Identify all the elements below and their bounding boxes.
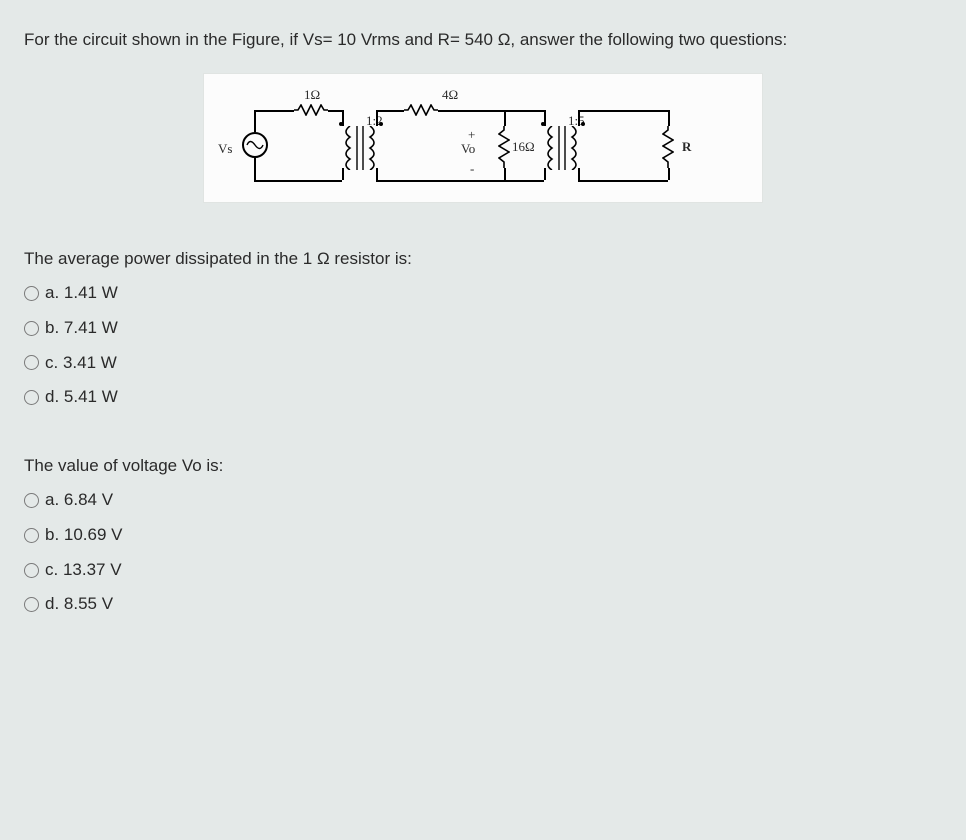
r16-label: 16Ω (512, 138, 535, 157)
option-label: d. 8.55 V (45, 592, 113, 617)
question-1: The average power dissipated in the 1 Ω … (24, 247, 942, 410)
radio-icon (24, 321, 39, 336)
circuit-figure: Vs 1Ω 1:2 (203, 73, 763, 203)
resistor-1ohm-icon (294, 104, 328, 116)
option-label: d. 5.41 W (45, 385, 118, 410)
q2-text: The value of voltage Vo is: (24, 454, 942, 479)
option-label: b. 10.69 V (45, 523, 123, 548)
q2-option-b[interactable]: b. 10.69 V (24, 523, 942, 548)
option-label: c. 13.37 V (45, 558, 122, 583)
resistor-16ohm-icon (498, 126, 510, 168)
q1-option-b[interactable]: b. 7.41 W (24, 316, 942, 341)
ac-source-icon (242, 132, 268, 158)
q2-option-a[interactable]: a. 6.84 V (24, 488, 942, 513)
radio-icon (24, 355, 39, 370)
r1-label: 1Ω (304, 86, 320, 105)
vo-label: Vo (461, 140, 475, 159)
r4-label: 4Ω (442, 86, 458, 105)
q2-option-d[interactable]: d. 8.55 V (24, 592, 942, 617)
radio-icon (24, 286, 39, 301)
radio-icon (24, 493, 39, 508)
resistor-4ohm-icon (404, 104, 438, 116)
option-label: a. 1.41 W (45, 281, 118, 306)
transformer-2-icon (544, 126, 580, 170)
q1-option-c[interactable]: c. 3.41 W (24, 351, 942, 376)
q1-option-d[interactable]: d. 5.41 W (24, 385, 942, 410)
option-label: a. 6.84 V (45, 488, 113, 513)
radio-icon (24, 563, 39, 578)
radio-icon (24, 390, 39, 405)
option-label: c. 3.41 W (45, 351, 117, 376)
question-2: The value of voltage Vo is: a. 6.84 V b.… (24, 454, 942, 617)
radio-icon (24, 528, 39, 543)
option-label: b. 7.41 W (45, 316, 118, 341)
r-label: R (682, 138, 691, 157)
vs-label: Vs (218, 140, 232, 159)
q1-text: The average power dissipated in the 1 Ω … (24, 247, 942, 272)
q2-option-c[interactable]: c. 13.37 V (24, 558, 942, 583)
q1-option-a[interactable]: a. 1.41 W (24, 281, 942, 306)
question-stem: For the circuit shown in the Figure, if … (24, 28, 942, 53)
transformer-1-icon (342, 126, 378, 170)
resistor-load-icon (662, 126, 674, 168)
radio-icon (24, 597, 39, 612)
vo-minus: - (470, 160, 474, 179)
